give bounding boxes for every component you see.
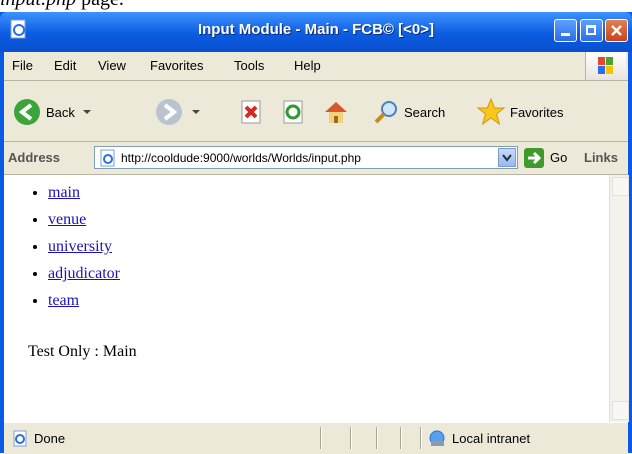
home-button[interactable] bbox=[322, 97, 350, 127]
link-university[interactable]: university bbox=[48, 238, 112, 255]
stop-icon bbox=[241, 100, 261, 124]
menu-help[interactable]: Help bbox=[294, 58, 321, 73]
menu-file[interactable]: File bbox=[12, 58, 33, 73]
address-dropdown-button[interactable] bbox=[498, 148, 516, 167]
go-label[interactable]: Go bbox=[550, 150, 567, 165]
link-main[interactable]: main bbox=[48, 184, 80, 201]
list-item: main bbox=[48, 179, 120, 206]
search-icon bbox=[374, 101, 397, 124]
title-bar[interactable]: Input Module - Main - FCB© [<0>] bbox=[0, 12, 632, 52]
status-bar: Done Local intranet bbox=[4, 422, 628, 454]
page-note: Test Only : Main bbox=[28, 343, 137, 360]
nav-link-list: main venue university adjudicator team bbox=[24, 179, 120, 314]
status-divider bbox=[350, 427, 352, 449]
menu-edit[interactable]: Edit bbox=[54, 58, 76, 73]
address-label: Address bbox=[8, 150, 61, 165]
forward-arrow-icon bbox=[156, 99, 182, 125]
list-item: university bbox=[48, 233, 120, 260]
scroll-up-button[interactable] bbox=[612, 177, 629, 196]
menu-favorites[interactable]: Favorites bbox=[150, 58, 203, 73]
home-icon bbox=[325, 102, 347, 123]
windows-logo-icon bbox=[585, 52, 626, 80]
favorites-label: Favorites bbox=[510, 104, 564, 120]
link-team[interactable]: team bbox=[48, 292, 79, 309]
link-venue[interactable]: venue bbox=[48, 211, 86, 228]
go-arrow-icon bbox=[528, 151, 542, 165]
list-item: venue bbox=[48, 206, 120, 233]
standard-toolbar: Back Search Favorites bbox=[4, 81, 628, 142]
list-item: team bbox=[48, 287, 120, 314]
back-label: Back bbox=[46, 104, 75, 120]
vertical-scrollbar[interactable] bbox=[609, 175, 629, 422]
intranet-zone-icon bbox=[429, 430, 445, 446]
menu-bar: File Edit View Favorites Tools Help bbox=[4, 52, 628, 81]
status-divider bbox=[376, 427, 378, 449]
links-button[interactable]: Links bbox=[584, 150, 618, 165]
close-icon bbox=[611, 25, 622, 36]
status-text: Done bbox=[34, 431, 66, 446]
stop-button[interactable] bbox=[238, 97, 264, 127]
browser-window: Input Module - Main - FCB© [<0>] File Ed… bbox=[0, 12, 632, 454]
close-button[interactable] bbox=[605, 19, 628, 42]
caption-code: input.php bbox=[0, 0, 76, 10]
favorites-button[interactable]: Favorites bbox=[476, 97, 563, 127]
minimize-button[interactable] bbox=[554, 19, 577, 42]
window-title: Input Module - Main - FCB© [<0>] bbox=[197, 21, 435, 38]
search-button[interactable]: Search bbox=[372, 97, 445, 127]
back-dropdown-icon[interactable] bbox=[82, 110, 91, 114]
back-button[interactable]: Back bbox=[12, 97, 91, 127]
refresh-button[interactable] bbox=[280, 97, 306, 127]
search-label: Search bbox=[404, 104, 446, 120]
back-arrow-icon bbox=[14, 99, 40, 125]
status-divider bbox=[420, 427, 422, 449]
forward-dropdown-icon[interactable] bbox=[192, 110, 200, 114]
refresh-icon bbox=[283, 100, 303, 124]
caption-rest: page. bbox=[76, 0, 124, 10]
favorites-star-icon bbox=[476, 97, 506, 126]
security-zone-label: Local intranet bbox=[452, 431, 531, 446]
page-icon bbox=[100, 149, 115, 167]
address-input[interactable]: http://cooldude:9000/worlds/Worlds/input… bbox=[94, 146, 518, 169]
status-divider bbox=[320, 427, 322, 449]
link-adjudicator[interactable]: adjudicator bbox=[48, 265, 120, 282]
document-caption: input.php page. bbox=[0, 0, 124, 12]
address-bar: Address http://cooldude:9000/worlds/Worl… bbox=[4, 142, 628, 175]
list-item: adjudicator bbox=[48, 260, 120, 287]
page-done-icon bbox=[13, 430, 27, 447]
menu-view[interactable]: View bbox=[98, 58, 126, 73]
scroll-down-button[interactable] bbox=[612, 401, 629, 420]
menu-tools[interactable]: Tools bbox=[234, 58, 264, 73]
maximize-button[interactable] bbox=[580, 19, 603, 42]
page-content: main venue university adjudicator team T… bbox=[4, 175, 609, 422]
chevron-down-icon bbox=[502, 154, 512, 162]
go-button[interactable] bbox=[524, 148, 544, 168]
forward-button[interactable] bbox=[154, 97, 200, 127]
status-divider bbox=[400, 427, 402, 449]
address-url: http://cooldude:9000/worlds/Worlds/input… bbox=[121, 151, 361, 165]
